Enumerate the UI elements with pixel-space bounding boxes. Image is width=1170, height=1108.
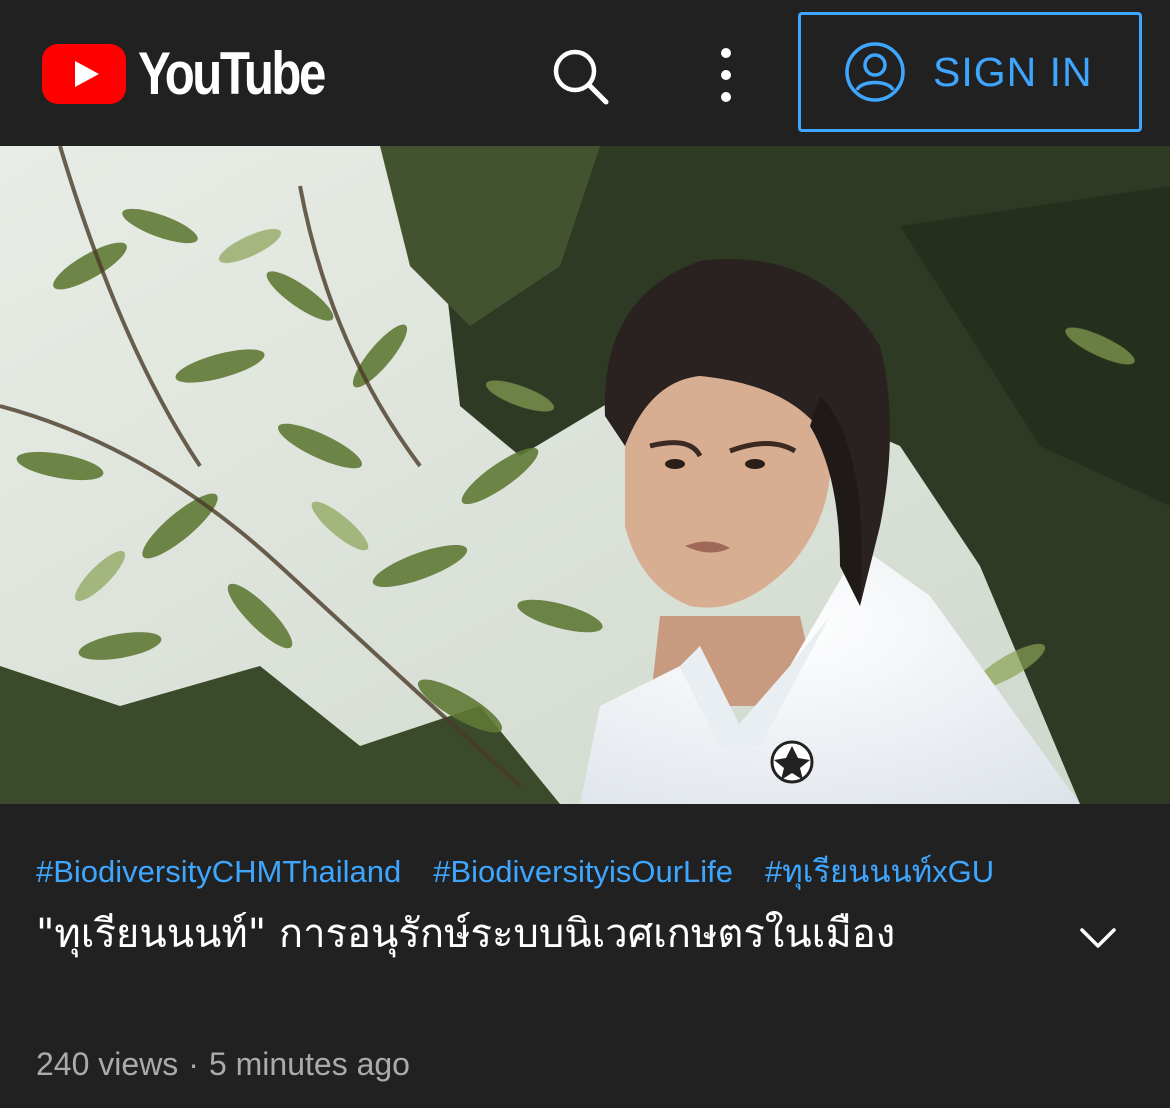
upload-time: 5 minutes ago xyxy=(208,1046,410,1082)
video-title[interactable]: "ทุเรียนนนท์" การอนุรักษ์ระบบนิเวศเกษตรใ… xyxy=(36,906,1046,962)
hashtag-row: #BiodiversityCHMThailand #BiodiversityisO… xyxy=(36,846,1170,890)
view-count: 240 views xyxy=(36,1046,179,1082)
video-thumbnail xyxy=(0,146,1170,804)
meta-separator: · xyxy=(188,1046,199,1082)
search-icon xyxy=(553,49,609,105)
hashtag-link[interactable]: #BiodiversityisOurLife xyxy=(433,854,733,889)
chevron-down-icon xyxy=(1080,928,1116,948)
sign-in-label: SIGN IN xyxy=(933,48,1093,95)
expand-description-button[interactable] xyxy=(1076,920,1120,956)
sign-in-button[interactable]: SIGN IN xyxy=(798,12,1142,132)
search-button[interactable] xyxy=(548,44,614,110)
hashtag-link[interactable]: #ทุเรียนนนท์xGU xyxy=(765,854,994,889)
more-options-button[interactable] xyxy=(704,44,748,106)
hashtag-link[interactable]: #BiodiversityCHMThailand xyxy=(36,854,401,889)
top-app-bar: YouTube SIGN IN xyxy=(0,0,1170,146)
video-metadata: 240 views · 5 minutes ago xyxy=(36,1046,410,1083)
youtube-play-icon xyxy=(42,44,126,104)
more-vert-icon xyxy=(721,48,731,102)
video-player[interactable] xyxy=(0,146,1170,804)
youtube-logo[interactable]: YouTube xyxy=(42,42,365,106)
account-circle-icon xyxy=(845,42,905,102)
logo-wordmark: YouTube xyxy=(138,40,326,107)
